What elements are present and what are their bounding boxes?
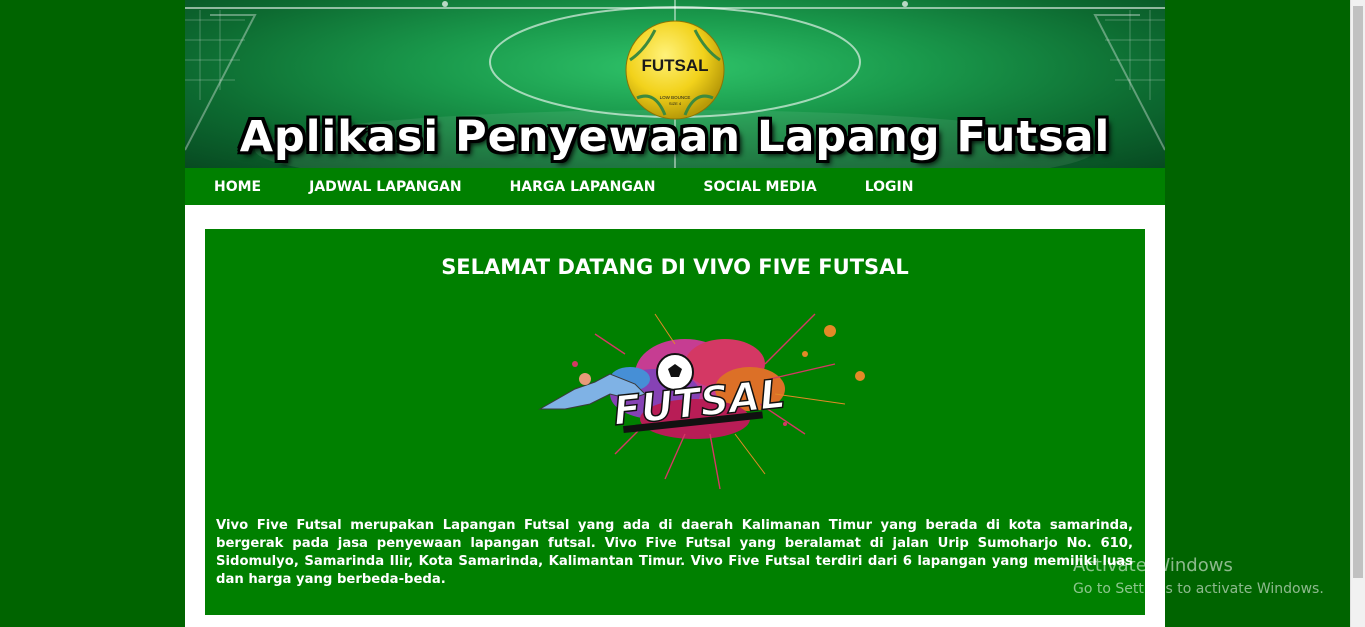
main-content: SELAMAT DATANG DI VIVO FIVE FUTSAL FUTSA… <box>205 229 1145 615</box>
scrollbar-thumb[interactable] <box>1353 6 1363 578</box>
welcome-heading: SELAMAT DATANG DI VIVO FIVE FUTSAL <box>441 255 909 279</box>
nav-item-login[interactable]: LOGIN <box>841 179 938 195</box>
futsal-ball-icon: FUTSAL LOW BOUNCE SIZE 4 <box>625 20 725 120</box>
header-banner: FUTSAL LOW BOUNCE SIZE 4 Aplikasi Penyew… <box>185 0 1165 168</box>
futsal-logo-image: FUTSAL <box>538 313 865 490</box>
main-nav: HOME JADWAL LAPANGAN HARGA LAPANGAN SOCI… <box>185 168 1165 205</box>
site-title: Aplikasi Penyewaan Lapang Futsal <box>239 112 1111 162</box>
ball-size-text: SIZE 4 <box>669 101 682 106</box>
nav-item-harga-lapangan[interactable]: HARGA LAPANGAN <box>486 179 680 195</box>
page-scrollbar[interactable] <box>1350 0 1365 627</box>
nav-item-jadwal-lapangan[interactable]: JADWAL LAPANGAN <box>285 179 485 195</box>
ball-small-text: LOW BOUNCE <box>660 95 691 100</box>
nav-item-social-media[interactable]: SOCIAL MEDIA <box>679 179 840 195</box>
nav-item-home[interactable]: HOME <box>190 179 285 195</box>
page-container: FUTSAL LOW BOUNCE SIZE 4 Aplikasi Penyew… <box>185 0 1165 627</box>
description-text: Vivo Five Futsal merupakan Lapangan Futs… <box>216 518 1133 587</box>
ball-brand-text: FUTSAL <box>641 56 708 75</box>
